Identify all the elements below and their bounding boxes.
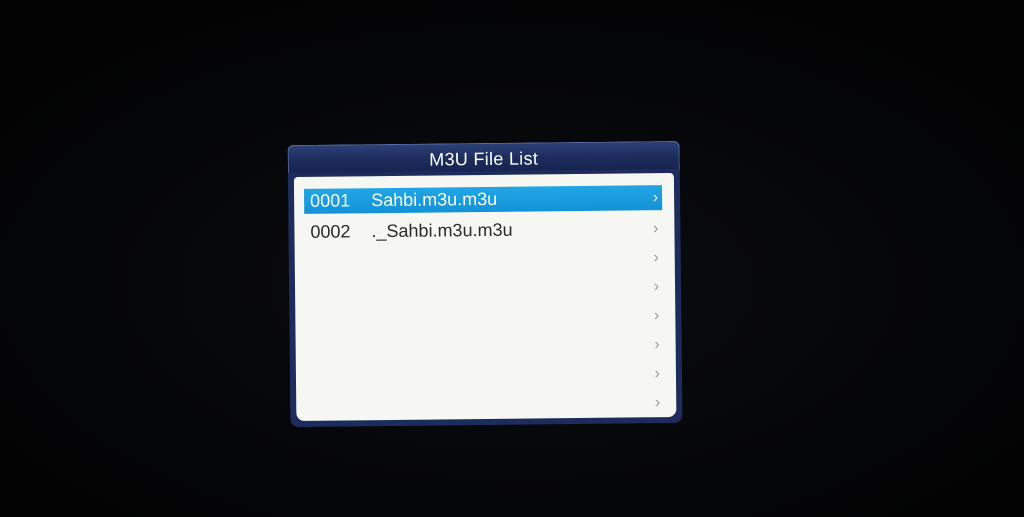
chevron-right-icon: › xyxy=(654,336,660,354)
file-list: 0001 Sahbi.m3u.m3u › 0002 ._Sahbi.m3u.m3… xyxy=(293,173,677,421)
file-number xyxy=(312,411,368,412)
chevron-right-icon: › xyxy=(653,307,660,325)
file-number xyxy=(312,382,368,383)
file-number xyxy=(312,353,368,354)
file-number xyxy=(311,295,367,296)
file-list-item-empty[interactable]: › xyxy=(306,359,664,392)
list-frame: 0001 Sahbi.m3u.m3u › 0002 ._Sahbi.m3u.m3… xyxy=(287,168,683,428)
file-name: ._Sahbi.m3u.m3u xyxy=(371,219,513,242)
file-list-item[interactable]: 0002 ._Sahbi.m3u.m3u › xyxy=(304,214,662,247)
file-number xyxy=(311,266,367,267)
file-list-item-empty[interactable]: › xyxy=(305,301,663,334)
file-list-item-empty[interactable]: › xyxy=(306,388,664,421)
chevron-right-icon: › xyxy=(654,394,661,412)
tv-screen: M3U File List 0001 Sahbi.m3u.m3u › 0002 … xyxy=(0,0,1024,517)
file-number xyxy=(311,324,367,325)
chevron-right-icon: › xyxy=(652,189,659,207)
file-list-item-empty[interactable]: › xyxy=(306,330,664,363)
file-number: 0002 xyxy=(310,221,351,242)
file-list-item-empty[interactable]: › xyxy=(305,243,663,276)
file-list-item-empty[interactable]: › xyxy=(305,272,663,305)
chevron-right-icon: › xyxy=(654,365,661,383)
chevron-right-icon: › xyxy=(653,220,659,238)
m3u-file-list-dialog: M3U File List 0001 Sahbi.m3u.m3u › 0002 … xyxy=(287,140,683,428)
file-list-item-selected[interactable]: 0001 Sahbi.m3u.m3u › xyxy=(303,185,663,214)
chevron-right-icon: › xyxy=(653,278,660,296)
file-number: 0001 xyxy=(310,190,351,211)
file-name: Sahbi.m3u.m3u xyxy=(371,188,498,211)
chevron-right-icon: › xyxy=(653,249,659,267)
